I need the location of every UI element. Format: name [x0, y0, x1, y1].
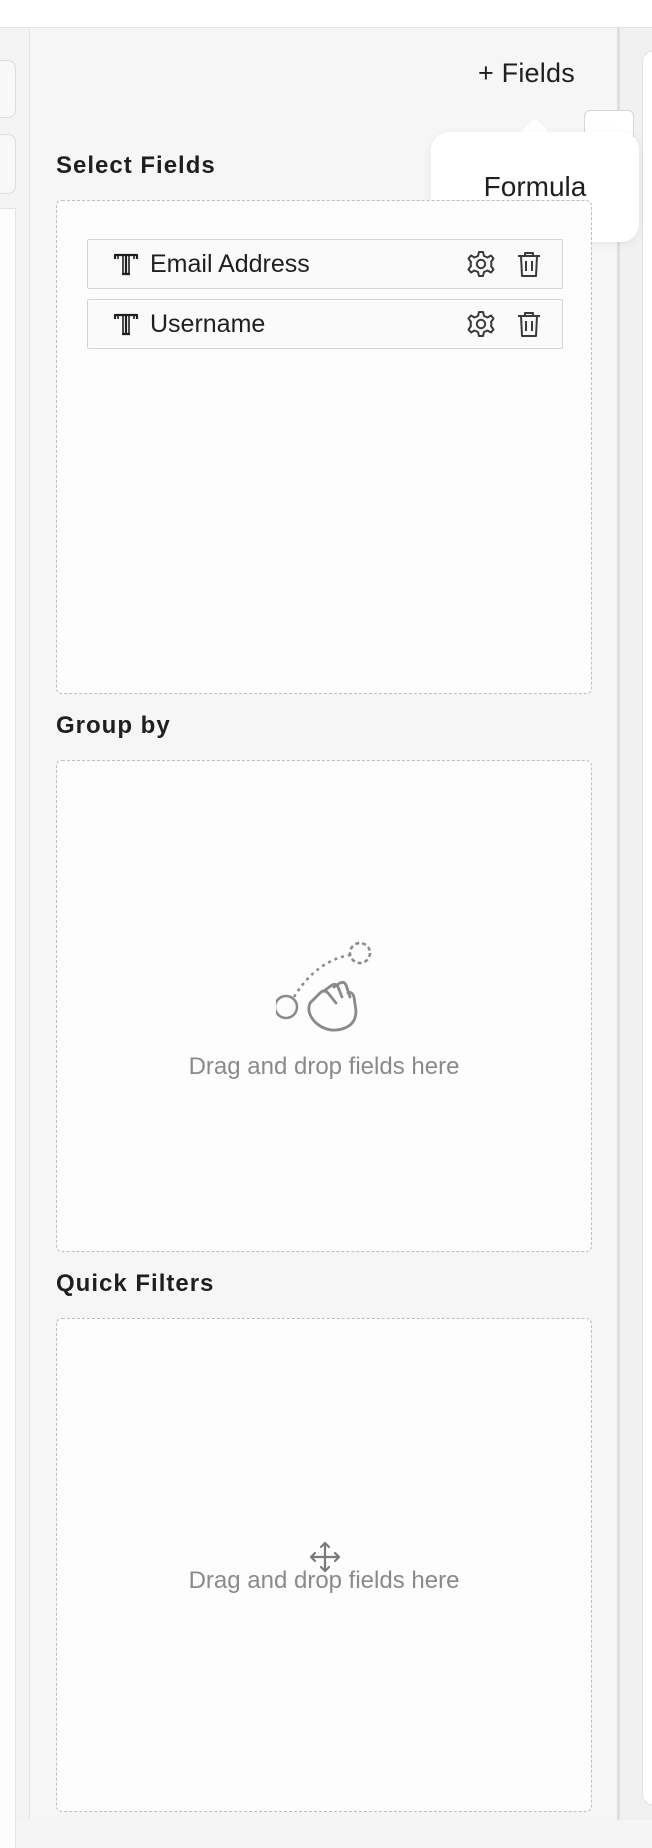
field-row-email-address[interactable]: Email Address [87, 239, 563, 289]
trash-icon[interactable] [514, 309, 544, 339]
right-panel-edge [617, 28, 652, 1820]
text-type-icon [113, 313, 139, 336]
quick-filters-dropzone[interactable]: Drag and drop fields here [56, 1318, 592, 1812]
group-by-empty-hint: Drag and drop fields here [188, 1053, 460, 1080]
field-label: Username [150, 309, 266, 338]
top-bar [0, 0, 652, 28]
gear-icon[interactable] [466, 309, 496, 339]
group-by-dropzone[interactable]: Drag and drop fields here [56, 760, 592, 1252]
right-panel-body [642, 50, 652, 1806]
field-row-username[interactable]: Username [87, 299, 563, 349]
add-fields-button[interactable]: + Fields [478, 58, 575, 89]
quick-filters-title: Quick Filters [56, 1270, 215, 1297]
left-panel-stub-middle[interactable] [0, 134, 16, 194]
gear-icon[interactable] [466, 249, 496, 279]
left-panel-edge [0, 28, 30, 1848]
left-panel-body [0, 208, 16, 1848]
select-fields-title: Select Fields [56, 152, 216, 179]
left-panel-stub-top[interactable] [0, 60, 16, 118]
group-by-title: Group by [56, 712, 171, 739]
drag-hand-icon [276, 941, 372, 1032]
field-label: Email Address [150, 249, 310, 278]
quick-filters-empty-hint: Drag and drop fields here [188, 1567, 460, 1594]
text-type-icon [113, 253, 139, 276]
trash-icon[interactable] [514, 249, 544, 279]
select-fields-dropzone[interactable]: Email Address Username [56, 200, 592, 694]
